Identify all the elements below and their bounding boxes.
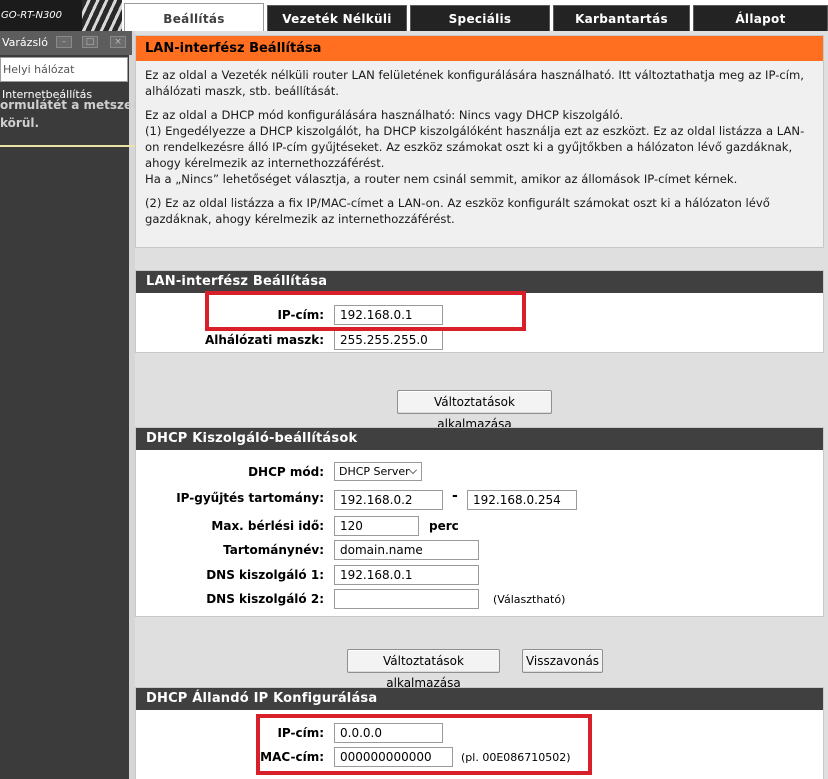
logo-stripes-decoration (82, 0, 122, 31)
dns2-input[interactable] (334, 589, 479, 609)
overlay-caption-line1: ormulátét a metszeni (0, 98, 135, 112)
dhcp-mode-value: DHCP Server (339, 465, 410, 478)
domain-name-label: Tartománynév: (223, 543, 324, 557)
dns1-input[interactable]: 192.168.0.1 (334, 565, 479, 585)
minimize-icon[interactable]: – (56, 36, 72, 48)
intro-panel: LAN-interfész Beállítása Ez az oldal a V… (135, 35, 824, 248)
intro-title: LAN-interfész Beállítása (136, 36, 823, 61)
ip-pool-end-input[interactable]: 192.168.0.254 (467, 490, 577, 510)
range-separator: - (452, 488, 458, 504)
subnet-mask-label: Alhálózati maszk: (204, 333, 324, 347)
tab-advanced[interactable]: Speciális (410, 5, 550, 31)
mac-example-hint: (pl. 00E086710502) (461, 751, 571, 764)
mac-address-label: MAC-cím: (260, 750, 324, 764)
dns2-optional-hint: (Választható) (493, 593, 566, 606)
sidebar (0, 31, 129, 779)
dhcp-mode-select[interactable]: DHCP Server (334, 462, 422, 481)
intro-text: Ez az oldal a Vezeték nélküli router LAN… (136, 61, 823, 247)
intro-paragraph-2-line-2: (1) Engedélyezze a DHCP kiszolgálót, ha … (145, 124, 805, 170)
static-ip-input[interactable]: 0.0.0.0 (334, 723, 443, 743)
overlay-caption-line2: körül. (0, 116, 40, 130)
wizard-title: Varázsló (2, 36, 48, 49)
close-icon[interactable]: × (110, 36, 126, 48)
dns1-label: DNS kiszolgáló 1: (206, 568, 324, 582)
overlay-caption: ormulátét a metszeni körül. (0, 96, 135, 132)
maximize-icon[interactable]: □ (82, 36, 98, 48)
subnet-mask-input[interactable]: 255.255.255.0 (334, 330, 443, 350)
lan-ip-label: IP-cím: (277, 308, 324, 322)
tab-wireless[interactable]: Vezeték Nélküli (267, 5, 407, 31)
tab-maintenance[interactable]: Karbantartás (553, 5, 690, 31)
dhcp-mode-label: DHCP mód: (248, 465, 324, 479)
static-ip-label: IP-cím: (277, 726, 324, 740)
intro-paragraph-3: (2) Ez az oldal listázza a fix IP/MAC-cí… (145, 196, 770, 226)
lan-settings-title: LAN-interfész Beállítása (136, 271, 823, 293)
chevron-down-icon (409, 466, 417, 474)
sidebar-item-local-network[interactable]: Helyi hálózat (0, 57, 128, 82)
dhcp-server-title: DHCP Kiszolgáló-beállítások (136, 428, 823, 450)
lease-unit: perc (429, 519, 459, 533)
mac-address-input[interactable]: 000000000000 (334, 747, 453, 767)
lan-ip-input[interactable]: 192.168.0.1 (334, 305, 443, 325)
intro-paragraph-2: Ez az oldal a DHCP mód konfigurálására h… (145, 107, 813, 187)
dns2-label: DNS kiszolgáló 2: (206, 592, 324, 606)
intro-paragraph-2-line-1: Ez az oldal a DHCP mód konfigurálására h… (145, 108, 624, 122)
wizard-window-titlebar[interactable]: Varázsló – □ × (0, 31, 132, 55)
lease-time-label: Max. bérlési idő: (211, 519, 324, 533)
domain-name-input[interactable]: domain.name (334, 540, 479, 560)
top-navigation: GO-RT-N300 Beállítás Vezeték Nélküli Spe… (0, 0, 828, 31)
lease-time-input[interactable]: 120 (334, 516, 419, 536)
ip-pool-start-input[interactable]: 192.168.0.2 (334, 490, 443, 510)
ip-pool-range-label: IP-gyűjtés tartomány: (176, 491, 324, 505)
dhcp-apply-button[interactable]: Változtatások alkalmazása (347, 649, 500, 690)
tab-status[interactable]: Állapot (693, 5, 828, 31)
intro-paragraph-2-line-3: Ha a „Nincs” lehetőséget választja, a ro… (145, 172, 738, 186)
lan-apply-button[interactable]: Változtatások alkalmazása (397, 390, 552, 431)
intro-paragraph-1: Ez az oldal a Vezeték nélküli router LAN… (145, 68, 804, 98)
static-ip-title: DHCP Állandó IP Konfigurálása (136, 688, 823, 710)
dhcp-cancel-button[interactable]: Visszavonás (522, 649, 603, 673)
tab-setup[interactable]: Beállítás (124, 3, 264, 31)
brand-logo: GO-RT-N300 (0, 0, 82, 31)
